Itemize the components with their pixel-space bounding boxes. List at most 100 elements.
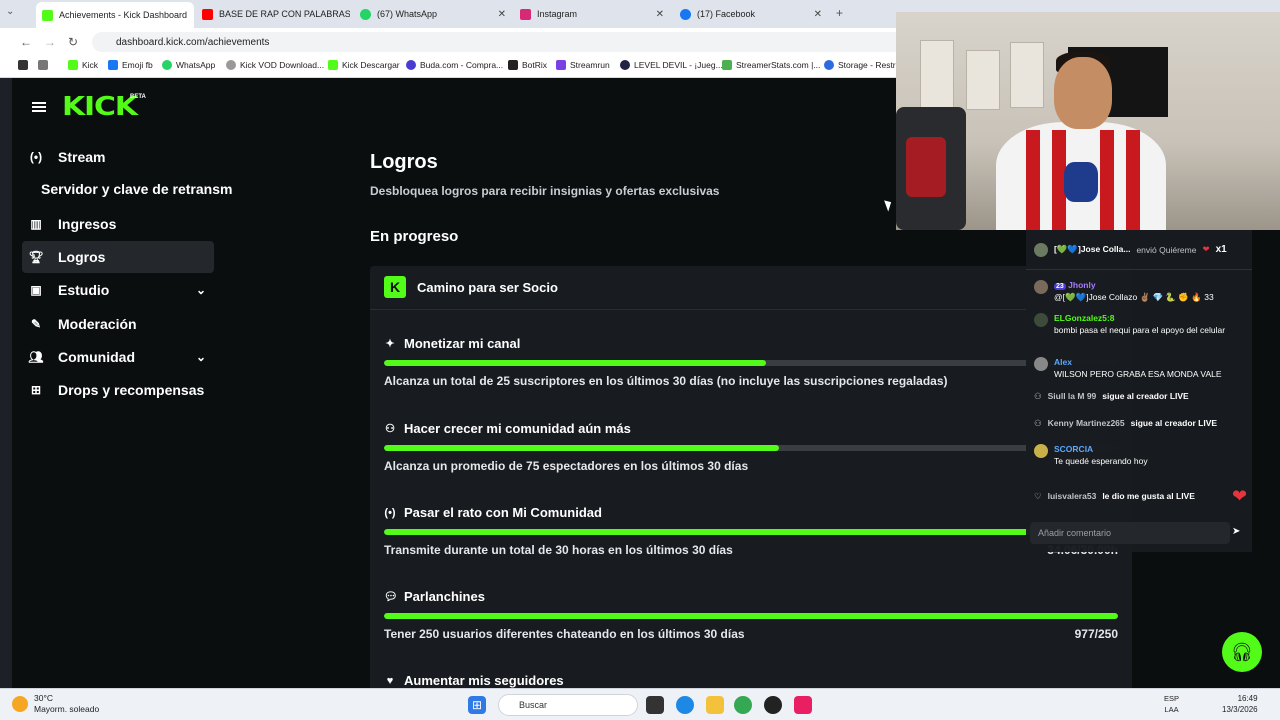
grid-icon[interactable] [38,60,48,70]
chat-message: SCORCIA Te quedé esperando hoy [1034,444,1246,467]
streamer-face [1054,57,1112,129]
close-icon[interactable]: ✕ [193,10,194,21]
chat-username[interactable]: Siull la M 99 [1048,391,1097,402]
tab-youtube[interactable]: BASE DE RAP CON PALABRAS 🔥 ✕ [196,3,350,25]
new-tab-icon[interactable]: + [836,6,843,20]
bookmark-streamerstats[interactable]: StreamerStats.com |... [722,60,820,70]
bookmark-label: Emoji fb [122,60,153,70]
chat-text: bombi pasa el nequi para el apoyo del ce… [1054,325,1226,335]
tiktok-icon[interactable] [794,696,812,714]
bookmark-botrix[interactable]: BotRix [508,60,547,70]
floating-heart-icon: ❤ [1232,486,1248,506]
close-icon[interactable]: ✕ [656,9,664,20]
achievement-name: Monetizar mi canal [404,336,521,351]
chat-message: Alex WILSON PERO GRABA ESA MONDA VALE [1034,357,1246,380]
reload-icon[interactable]: ↻ [68,35,78,49]
bookmark-whatsapp[interactable]: WhatsApp [162,60,215,70]
url-field[interactable]: dashboard.kick.com/achievements [92,32,912,52]
sidebar-item-drops[interactable]: ⊞ Drops y recompensas [22,374,214,406]
chat-username[interactable]: SCORCIA [1054,444,1148,454]
chat-text: @[💚💙]Jose Collazo ✌🏽 💎 🐍 ✊ 🔥 33 [1054,292,1214,302]
bookmark-label: WhatsApp [176,60,216,70]
cake-icon: ⊞ [30,383,42,397]
support-button[interactable]: 🎧︎ [1222,632,1262,672]
chat-bubble-icon: 💬︎ [384,591,398,603]
bookmark-emoji[interactable]: Emoji fb [108,60,153,70]
tab-facebook[interactable]: (17) Facebook ✕ [674,3,828,25]
sidebar-item-label: Moderación [58,316,137,332]
chevron-down-icon[interactable]: ⌄ [196,350,206,364]
chat-username[interactable]: Jhonly [1068,280,1095,290]
achievement-name: Aumentar mis seguidores [404,673,564,688]
gift-notification: [💚💙]Jose Colla... envió Quiéreme ❤ x1 [1026,230,1252,270]
back-icon[interactable]: ← [20,35,32,49]
language-indicator[interactable]: ESP LAA [1164,693,1179,715]
tab-achievements[interactable]: Achievements - Kick Dashboard ✕ [36,2,194,28]
shirt-stripe [1126,130,1140,230]
sidebar-item-server-key[interactable]: Servidor y clave de retransm [41,181,232,197]
gift-count: x1 [1215,244,1227,255]
close-icon[interactable]: ✕ [498,9,506,20]
bookmark-buda[interactable]: Buda.com - Compra... [406,60,503,70]
kick-badge-icon: K [384,276,406,298]
bookmark-kick-vod[interactable]: Kick VOD Download... [226,60,324,70]
edge-icon[interactable] [676,696,694,714]
tab-whatsapp[interactable]: (67) WhatsApp ✕ [354,3,512,25]
bookmark-label: Kick Descargar [342,60,400,70]
sidebar-item-label: Logros [58,249,106,265]
chat-username[interactable]: Alex [1054,357,1222,367]
card-title: Camino para ser Socio [417,280,558,295]
chat-message: ELGonzalez5:8 bombi pasa el nequi para e… [1034,313,1246,336]
sidebar-item-estudio[interactable]: ▣ Estudio ⌄ [22,274,214,306]
chat-text: sigue al creador LIVE [1130,418,1218,428]
progress-fill [384,445,779,451]
clock-date: 13/3/2026 [1222,705,1258,714]
achievement-name: Hacer crecer mi comunidad aún más [404,421,631,436]
card-header[interactable]: K Camino para ser Socio [370,266,1132,310]
studio-icon: ▣ [30,283,42,297]
sidebar-item-ingresos[interactable]: ▥ Ingresos [22,208,214,240]
sidebar-item-label: Stream [58,149,106,165]
sidebar-item-stream[interactable]: (•) Stream [22,141,214,173]
bookmark-level-devil[interactable]: LEVEL DEVIL - ¡Jueg... [620,60,723,70]
bookmark-label: Storage - Restre [838,60,901,70]
kick-logo[interactable]: KICK [62,92,138,122]
taskbar-search[interactable]: Buscar [498,694,638,716]
bookmark-kick[interactable]: Kick [68,60,98,70]
url-text: dashboard.kick.com/achievements [116,36,270,48]
gift-user: [💚💙]Jose Colla... [1054,244,1131,254]
apps-icon[interactable] [18,60,28,70]
sidebar-item-logros[interactable]: 🏆︎ Logros [22,241,214,273]
chat-username[interactable]: ELGonzalez5:8 [1054,313,1225,323]
sidebar-item-moderacion[interactable]: ✎ Moderación [22,308,214,340]
avatar [1034,313,1048,327]
chat-username[interactable]: Kenny Martinez265 [1048,418,1125,429]
menu-icon[interactable] [32,102,46,112]
tab-label: Instagram [537,9,578,19]
chrome-icon[interactable] [734,696,752,714]
tab-instagram[interactable]: Instagram ✕ [514,3,670,25]
chevron-down-icon[interactable]: ⌄ [196,283,206,297]
sparkle-icon: ✦ [385,338,395,350]
obs-icon[interactable] [764,696,782,714]
bookmark-label: Kick VOD Download... [240,60,325,70]
send-icon[interactable]: ➤ [1232,526,1240,537]
instagram-favicon-icon [520,8,531,20]
task-view-icon[interactable] [646,696,664,714]
section-heading: En progreso [370,228,459,245]
bookmark-storage[interactable]: Storage - Restre [824,60,900,70]
follow-icon: ⚇ [1034,418,1042,428]
close-icon[interactable]: ✕ [814,9,822,20]
tab-search-icon[interactable]: ⌄ [6,6,14,17]
file-explorer-icon[interactable] [706,696,724,714]
windows-start-icon[interactable]: ⊞ [468,696,486,714]
forward-icon[interactable]: → [44,35,56,49]
avatar [1034,242,1048,257]
chat-username[interactable]: luisvalera53 [1048,491,1097,502]
bookmark-kick-descargar[interactable]: Kick Descargar [328,60,400,70]
comment-input[interactable]: Añadir comentario [1030,522,1230,544]
sidebar-item-comunidad[interactable]: 👥︎ Comunidad ⌄ [22,341,214,373]
bookmark-streamrun[interactable]: Streamrun [556,60,610,70]
weather-widget[interactable]: 30°C Mayorm. soleado [12,693,99,715]
system-clock[interactable]: 16:49 13/3/2026 [1222,693,1258,715]
